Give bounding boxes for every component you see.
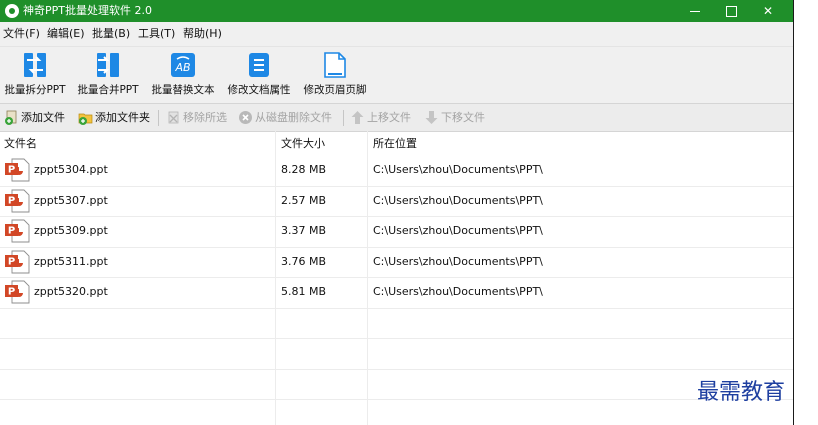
watermark-text: 最需教育 bbox=[697, 380, 786, 405]
merge-ppt-button[interactable]: 批量合并PPT bbox=[72, 47, 144, 103]
menu-bar: 文件(F) 编辑(E) 批量(B) 工具(T) 帮助(H) bbox=[0, 22, 793, 46]
row-divider bbox=[0, 277, 793, 278]
replace-text-button[interactable]: AB 批量替换文本 bbox=[146, 47, 220, 103]
title-bar: 神奇PPT批量处理软件 2.0 bbox=[0, 0, 793, 22]
move-up-label: 上移文件 bbox=[367, 111, 411, 124]
merge-ppt-label: 批量合并PPT bbox=[77, 84, 139, 96]
add-file-label: 添加文件 bbox=[21, 111, 65, 124]
row-divider bbox=[0, 399, 793, 400]
file-name: zppt5304.ppt bbox=[34, 163, 108, 176]
ppt-file-icon: P bbox=[5, 219, 30, 243]
remove-selected-icon bbox=[168, 111, 179, 124]
minimize-button[interactable] bbox=[677, 0, 713, 22]
row-divider bbox=[0, 368, 793, 370]
document-properties-label: 修改文档属性 bbox=[227, 84, 291, 96]
file-name: zppt5309.ppt bbox=[34, 224, 108, 237]
replace-text-icon: AB bbox=[171, 53, 195, 77]
file-size: 3.76 MB bbox=[281, 254, 327, 268]
file-location: C:\Users\zhou\Documents\PPT\ bbox=[373, 285, 543, 298]
menu-tools[interactable]: 工具(T) bbox=[138, 27, 175, 41]
add-folder-label: 添加文件夹 bbox=[95, 111, 150, 124]
ppt-file-icon: P bbox=[5, 280, 30, 304]
remove-selected-label: 移除所选 bbox=[183, 111, 227, 124]
split-ppt-button[interactable]: 批量拆分PPT bbox=[0, 47, 70, 103]
file-name: zppt5320.ppt bbox=[34, 285, 108, 298]
svg-text:P: P bbox=[8, 195, 15, 206]
row-divider bbox=[0, 246, 793, 248]
file-size: 5.81 MB bbox=[281, 285, 327, 298]
delete-from-disk-button[interactable]: 从磁盘删除文件 bbox=[238, 109, 338, 127]
svg-text:P: P bbox=[8, 226, 15, 237]
ppt-file-icon: P bbox=[5, 189, 30, 212]
table-row[interactable]: Pzppt5307.ppt 2.57 MB C:\Users\zhou\Docume… bbox=[0, 186, 793, 217]
toolbar-divider bbox=[343, 110, 344, 126]
row-divider bbox=[0, 338, 793, 339]
menu-help[interactable]: 帮助(H) bbox=[183, 27, 222, 41]
split-ppt-label: 批量拆分PPT bbox=[4, 84, 66, 96]
app-logo-icon bbox=[5, 4, 19, 18]
file-location: C:\Users\zhou\Documents\PPT\ bbox=[373, 224, 543, 237]
remove-selected-button[interactable]: 移除所选 bbox=[166, 109, 232, 127]
ppt-file-icon: P bbox=[5, 158, 30, 182]
app-window: 神奇PPT批量处理软件 2.0 文件(F) 编辑(E) 批量(B) 工具(T) … bbox=[0, 0, 794, 425]
svg-text:P: P bbox=[8, 287, 15, 298]
file-size: 3.37 MB bbox=[281, 224, 327, 237]
file-name: zppt5311.ppt bbox=[34, 254, 108, 268]
close-button[interactable] bbox=[750, 0, 786, 22]
menu-edit[interactable]: 编辑(E) bbox=[47, 27, 85, 41]
arrow-up-icon bbox=[351, 111, 364, 124]
file-size: 8.28 MB bbox=[281, 163, 327, 176]
header-footer-button[interactable]: 修改页眉页脚 bbox=[298, 47, 372, 103]
move-down-button[interactable]: 下移文件 bbox=[424, 109, 492, 127]
header-footer-icon bbox=[324, 52, 346, 78]
file-location: C:\Users\zhou\Documents\PPT\ bbox=[373, 254, 543, 268]
add-file-icon bbox=[5, 110, 17, 125]
maximize-button[interactable] bbox=[713, 0, 749, 22]
table-row[interactable]: Pzppt5320.ppt 5.81 MB C:\Users\zhou\Docume… bbox=[0, 277, 793, 308]
table-row[interactable]: Pzppt5304.ppt 8.28 MB C:\Users\zhou\Docume… bbox=[0, 155, 793, 186]
delete-from-disk-label: 从磁盘删除文件 bbox=[255, 111, 332, 124]
file-size: 2.57 MB bbox=[281, 193, 327, 207]
add-folder-button[interactable]: 添加文件夹 bbox=[78, 109, 154, 127]
row-divider bbox=[0, 216, 793, 217]
row-divider bbox=[0, 307, 793, 309]
ppt-file-icon: P bbox=[5, 250, 30, 273]
file-location: C:\Users\zhou\Documents\PPT\ bbox=[373, 193, 543, 207]
table-row[interactable]: Pzppt5311.ppt 3.76 MB C:\Users\zhou\Docume… bbox=[0, 247, 793, 278]
ribbon-toolbar: 批量拆分PPT 批量合并PPT AB 批量替换文本 修改文档属性 修改页眉页脚 bbox=[0, 46, 793, 104]
move-down-label: 下移文件 bbox=[441, 111, 485, 124]
svg-text:P: P bbox=[8, 256, 15, 267]
split-ppt-icon bbox=[24, 53, 46, 77]
column-header-size[interactable]: 文件大小 bbox=[281, 137, 325, 151]
column-header-location[interactable]: 所在位置 bbox=[373, 137, 417, 151]
row-divider bbox=[0, 185, 793, 187]
file-toolbar: 添加文件 添加文件夹 移除所选 从磁盘删除文件 上移文件 下移文件 bbox=[0, 103, 793, 132]
move-up-button[interactable]: 上移文件 bbox=[350, 109, 418, 127]
file-name: zppt5307.ppt bbox=[34, 193, 108, 207]
add-folder-icon bbox=[78, 113, 93, 125]
file-list-table: 文件名 文件大小 所在位置 Pzppt5304.ppt 8.28 MB C:\Use… bbox=[0, 131, 793, 425]
header-footer-label: 修改页眉页脚 bbox=[303, 84, 367, 96]
window-title: 神奇PPT批量处理软件 2.0 bbox=[23, 4, 152, 17]
file-location: C:\Users\zhou\Documents\PPT\ bbox=[373, 163, 543, 176]
table-row[interactable]: Pzppt5309.ppt 3.37 MB C:\Users\zhou\Docume… bbox=[0, 216, 793, 247]
add-file-button[interactable]: 添加文件 bbox=[4, 109, 70, 127]
column-header-filename[interactable]: 文件名 bbox=[4, 137, 37, 151]
menu-batch[interactable]: 批量(B) bbox=[92, 27, 130, 41]
replace-text-label: 批量替换文本 bbox=[151, 84, 215, 96]
document-properties-icon bbox=[249, 53, 269, 77]
document-properties-button[interactable]: 修改文档属性 bbox=[222, 47, 296, 103]
toolbar-divider bbox=[158, 110, 159, 126]
menu-file[interactable]: 文件(F) bbox=[3, 27, 40, 41]
delete-icon bbox=[239, 111, 252, 124]
arrow-down-icon bbox=[425, 111, 438, 124]
svg-text:AB: AB bbox=[174, 61, 190, 74]
merge-ppt-icon bbox=[97, 53, 119, 77]
svg-text:P: P bbox=[8, 165, 15, 176]
